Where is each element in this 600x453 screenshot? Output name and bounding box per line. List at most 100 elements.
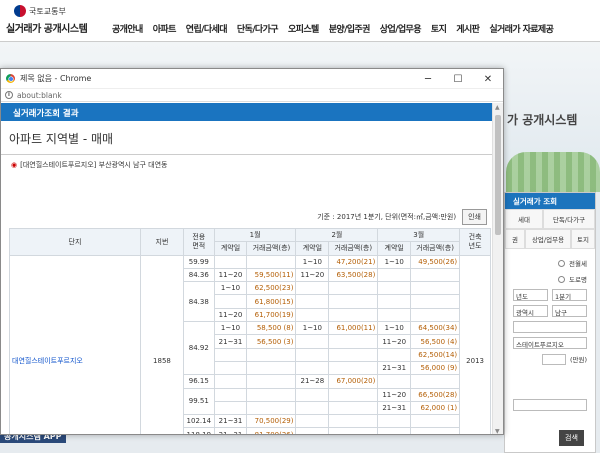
window-title: 제목 없음 - Chrome	[20, 74, 92, 83]
header-lot: 지번	[139, 228, 184, 256]
criteria-line: 기준 : 2017년 1분기, 단위(면적:㎡,금액:만원) 인쇄	[317, 209, 487, 225]
jan-amount-cell	[246, 254, 297, 269]
header-jan: 1월	[213, 227, 297, 243]
jan-day-cell	[213, 374, 248, 389]
complex-name-cell: 대연힐스테이트푸르지오	[9, 254, 141, 434]
feb-day-cell	[295, 281, 330, 296]
vertical-scrollbar[interactable]: ▲ ▼	[492, 103, 503, 434]
criteria-text: 기준 : 2017년 1분기, 단위(면적:㎡,금액:만원)	[317, 213, 457, 221]
banner-title: 가 공개시스템	[507, 113, 578, 127]
nav-item-rowhouse[interactable]: 연립/다세대	[186, 22, 228, 35]
area-cell: 59.99	[182, 254, 215, 269]
jan-amount-cell: 62,500(23)	[246, 281, 297, 296]
jan-day-cell: 11~20	[213, 307, 248, 323]
jan-day-cell	[213, 294, 248, 309]
nav-item-land[interactable]: 토지	[431, 22, 447, 35]
mar-amount-cell	[410, 281, 461, 296]
search-button[interactable]: 검색	[559, 430, 584, 446]
area-cell: 99.51	[182, 387, 215, 416]
nav-item-officetel[interactable]: 오피스텔	[288, 22, 319, 35]
tab-land[interactable]: 토지	[571, 229, 595, 249]
header-jan-amount: 거래금액(층)	[246, 241, 297, 256]
road-name-radio[interactable]	[558, 275, 566, 283]
mar-amount-cell: 62,500(14)	[410, 347, 461, 362]
mar-amount-cell	[410, 414, 461, 429]
mar-day-cell: 21~31	[377, 360, 412, 376]
feb-day-cell: 11~20	[295, 267, 330, 283]
mar-day-cell: 1~10	[377, 321, 412, 336]
district-select[interactable]: 남구	[552, 305, 587, 317]
jan-amount-cell	[246, 387, 297, 402]
scroll-up-icon[interactable]: ▲	[495, 104, 500, 111]
jan-day-cell	[213, 387, 248, 402]
location-pin-icon: ◉	[11, 161, 18, 169]
feb-amount-cell: 61,000(11)	[328, 321, 379, 336]
tab-rowhouse[interactable]: 세대	[505, 209, 543, 229]
info-icon[interactable]: i	[5, 91, 13, 99]
feb-day-cell	[295, 400, 330, 416]
mar-day-cell	[377, 281, 412, 296]
feb-day-cell: 21~28	[295, 374, 330, 389]
address-bar[interactable]: i about:blank	[1, 89, 503, 102]
mar-day-cell	[377, 307, 412, 323]
main-nav: 공개안내 아파트 연립/다세대 단독/다가구 오피스텔 분양/입주권 상업/업무…	[112, 22, 554, 35]
area-cell: 96.15	[182, 374, 215, 389]
window-titlebar[interactable]: 제목 없음 - Chrome ─ ☐ ✕	[1, 69, 503, 89]
minimize-button[interactable]: ─	[413, 69, 443, 89]
extra-select[interactable]	[513, 399, 587, 411]
dong-row	[505, 319, 595, 335]
price-unit-label: (만원)	[569, 356, 587, 364]
header-complex: 단지	[9, 228, 141, 256]
header-feb: 2월	[295, 227, 379, 243]
result-header: 실거래가조회 결과	[1, 103, 493, 121]
mar-amount-cell: 66,500(28)	[410, 387, 461, 402]
city-select[interactable]: 광역시	[513, 305, 548, 317]
feb-amount-cell	[328, 360, 379, 376]
mar-amount-cell: 56,500 (4)	[410, 334, 461, 349]
jan-day-cell	[213, 360, 248, 376]
nav-item-presale[interactable]: 분양/입주권	[329, 22, 371, 35]
quarter-select[interactable]: 1분기	[552, 289, 587, 301]
price-to-input[interactable]	[541, 353, 566, 365]
jan-amount-cell: 56,500 (3)	[246, 334, 297, 349]
tab-commercial[interactable]: 상업/업무용	[525, 229, 571, 249]
maximize-button[interactable]: ☐	[443, 69, 473, 89]
nav-item-guide[interactable]: 공개안내	[112, 22, 143, 35]
mar-day-cell: 11~20	[377, 387, 412, 402]
print-button[interactable]: 인쇄	[462, 209, 487, 225]
nav-item-commercial[interactable]: 상업/업무용	[380, 22, 422, 35]
area-cell: 84.36	[182, 267, 215, 283]
year-select[interactable]: 년도	[513, 289, 548, 301]
tab-presale[interactable]: 권	[505, 229, 525, 249]
location-text: [대연힐스테이트푸르지오] 부산광역시 남구 대연동	[20, 161, 168, 169]
built-year-cell: 2013	[459, 254, 491, 434]
nav-item-detached[interactable]: 단독/다가구	[237, 22, 279, 35]
nav-item-board[interactable]: 게시판	[456, 22, 480, 35]
extra-row	[505, 397, 595, 413]
nav-item-apartment[interactable]: 아파트	[153, 22, 177, 35]
jan-amount-cell: 81,700(26)	[246, 427, 297, 434]
mar-day-cell	[377, 374, 412, 389]
feb-amount-cell: 63,500(28)	[328, 267, 379, 283]
chrome-icon	[6, 74, 15, 83]
scroll-down-icon[interactable]: ▼	[495, 428, 500, 434]
jan-day-cell: 1~10	[213, 281, 248, 296]
complex-select[interactable]: 스테이트푸르지오	[513, 337, 587, 349]
tab-detached[interactable]: 단독/다가구	[543, 209, 595, 229]
scroll-thumb[interactable]	[495, 115, 501, 235]
site-title[interactable]: 실거래가 공개시스템	[6, 20, 88, 35]
dong-select[interactable]	[513, 321, 587, 333]
feb-amount-cell	[328, 414, 379, 429]
search-panel: 실거래가 조회 세대 단독/다가구 권 상업/업무용 토지 전월세 도로명 년도…	[504, 192, 596, 453]
feb-amount-cell	[328, 387, 379, 402]
close-button[interactable]: ✕	[473, 69, 503, 89]
feb-amount-cell: 67,000(20)	[328, 374, 379, 389]
feb-day-cell	[295, 347, 330, 362]
mar-day-cell: 11~20	[377, 334, 412, 349]
feb-amount-cell	[328, 307, 379, 323]
jan-day-cell: 1~10	[213, 321, 248, 336]
lease-radio[interactable]	[558, 259, 566, 267]
ministry-logo[interactable]: 국토교통부	[14, 5, 66, 17]
header-mar-day: 계약일	[377, 241, 412, 256]
nav-item-data[interactable]: 실거래가 자료제공	[489, 22, 554, 35]
